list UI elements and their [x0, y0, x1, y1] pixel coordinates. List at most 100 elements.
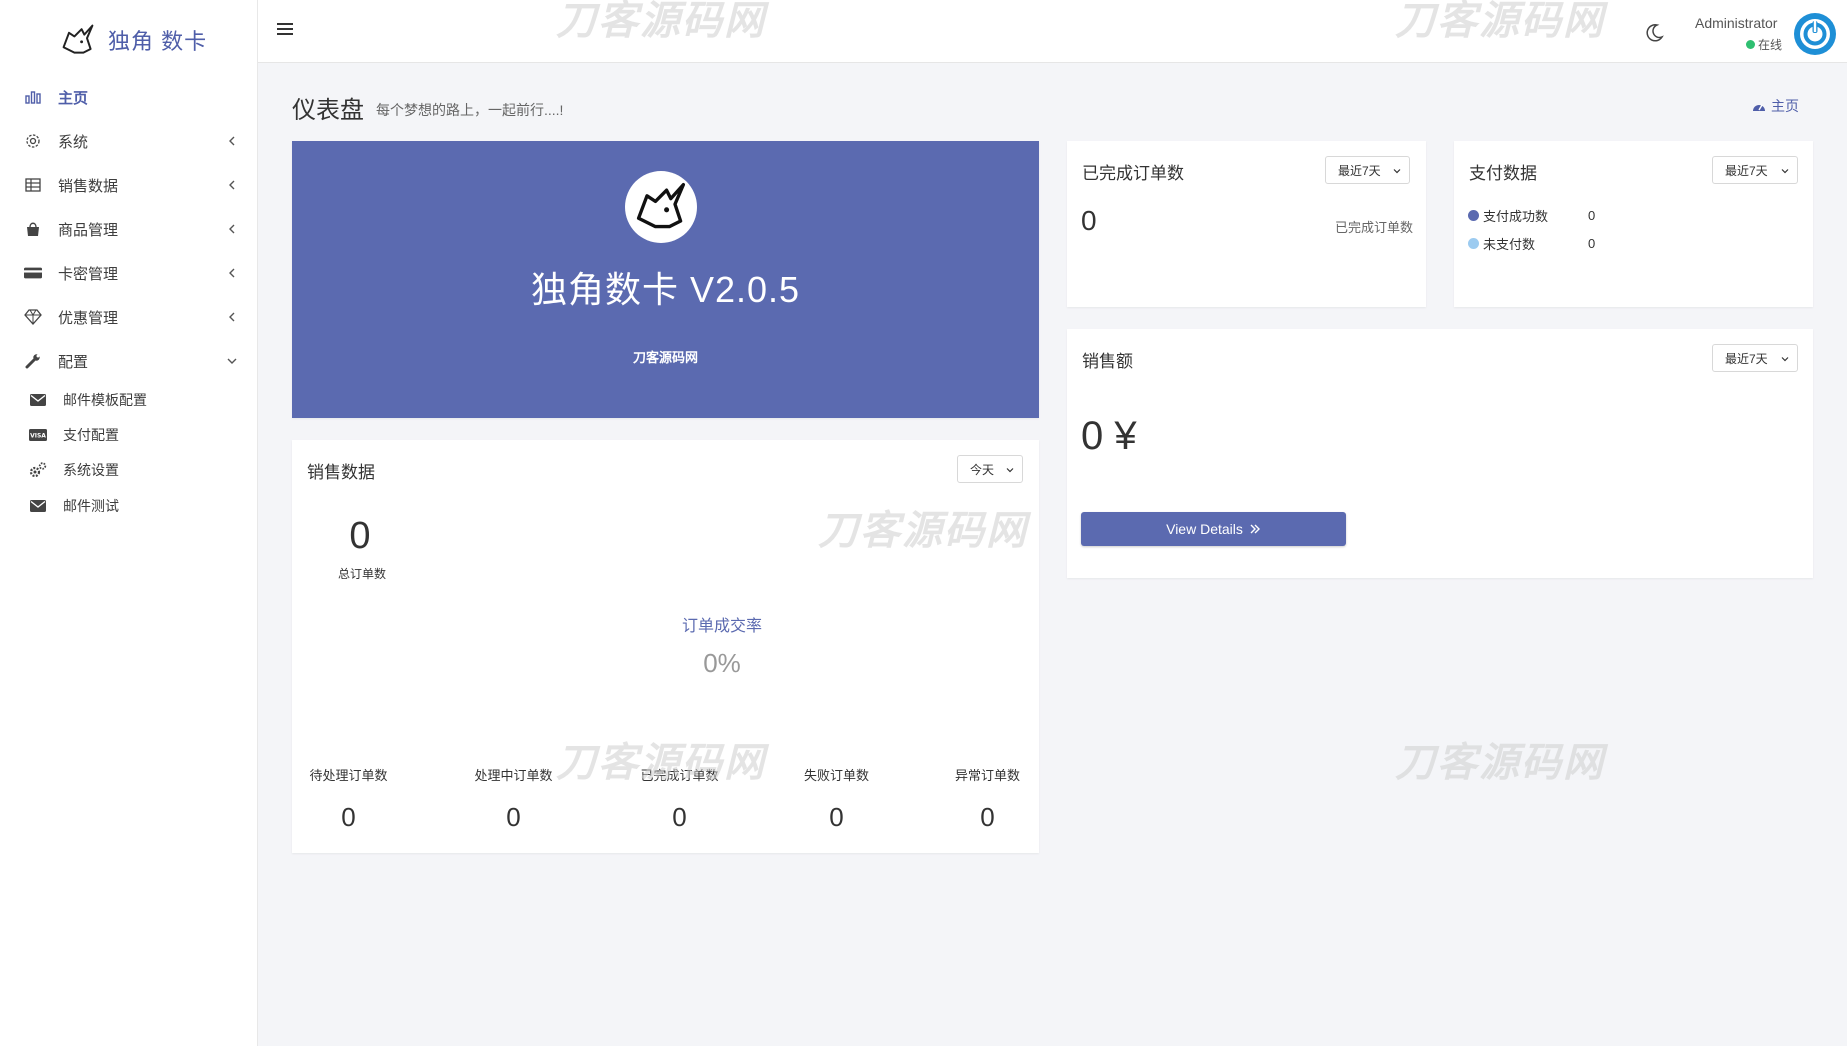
- sidebar-item-home[interactable]: 主页: [0, 75, 257, 119]
- unicorn-logo-icon: [62, 24, 94, 54]
- legend-value: 0: [1588, 208, 1596, 223]
- select-value: 最近7天: [1725, 351, 1768, 366]
- conversion-rate-value: 0%: [703, 648, 741, 678]
- legend-paid: 支付成功数 0: [1468, 206, 1668, 225]
- breadcrumb-home: 主页: [1771, 98, 1799, 114]
- sidebar-item-label: 主页: [58, 89, 89, 107]
- credit-card-icon: [24, 264, 42, 282]
- card-title: 销售数据: [307, 463, 375, 482]
- visa-card-icon: VISA: [29, 427, 47, 443]
- sidebar-item-label: 销售数据: [58, 177, 119, 195]
- card-title: 销售额: [1082, 352, 1133, 371]
- select-value: 最近7天: [1338, 163, 1381, 178]
- sidebar-item-label: 配置: [58, 353, 89, 371]
- sales-amount-range-select[interactable]: 最近7天: [1712, 344, 1798, 372]
- legend-label: 支付成功数: [1483, 209, 1549, 224]
- sidebar-subitem-label: 邮件测试: [63, 498, 119, 514]
- payment-data-card: 支付数据 最近7天 支付成功数 0 未支付数 0: [1454, 141, 1813, 307]
- completed-orders-value: 0: [1081, 205, 1097, 236]
- legend-value: 0: [1588, 236, 1596, 251]
- cogs-icon: [29, 462, 47, 478]
- chevron-left-icon: [229, 136, 235, 146]
- sidebar-item-sales-data[interactable]: 销售数据: [0, 163, 257, 207]
- chevron-down-icon: [227, 358, 237, 364]
- sales-amount-value: 0 ¥: [1081, 414, 1137, 458]
- wrench-icon: [24, 352, 42, 370]
- breadcrumb[interactable]: 主页: [1752, 96, 1799, 116]
- sidebar-subitem-payment-config[interactable]: VISA 支付配置: [0, 418, 257, 452]
- hero-logo: [625, 171, 697, 243]
- sidebar-item-coupons[interactable]: 优惠管理: [0, 295, 257, 339]
- chevron-down-icon: [1781, 357, 1789, 362]
- legend-dot: [1468, 210, 1479, 221]
- view-details-label: View Details: [1166, 521, 1243, 537]
- legend-dot: [1468, 238, 1479, 249]
- dark-mode-toggle-icon[interactable]: [1644, 23, 1664, 43]
- double-chevron-right-icon: [1250, 524, 1260, 534]
- sidebar-item-products[interactable]: 商品管理: [0, 207, 257, 251]
- sales-data-card: 销售数据 今天 0 总订单数 订单成交率 0% 待处理订单数 0 处理中订单数 …: [292, 440, 1039, 853]
- online-status-dot: [1746, 40, 1755, 49]
- chevron-left-icon: [229, 224, 235, 234]
- user-status: 在线: [1746, 36, 1782, 53]
- chevron-left-icon: [229, 180, 235, 190]
- stat-completed-value: 0: [672, 802, 687, 832]
- total-orders-label: 总订单数: [337, 567, 386, 581]
- chevron-down-icon: [1393, 169, 1401, 174]
- sales-amount-card: 销售额 最近7天 0 ¥ View Details: [1067, 329, 1813, 578]
- chevron-left-icon: [229, 312, 235, 322]
- shopping-bag-icon: [24, 220, 42, 238]
- stat-abnormal-label: 异常订单数: [954, 768, 1020, 783]
- gear-icon: [24, 132, 42, 150]
- stat-completed-label: 已完成订单数: [640, 768, 719, 783]
- stat-failed-value: 0: [829, 802, 844, 832]
- brand[interactable]: 独角 数卡: [60, 20, 207, 60]
- hamburger-menu-icon[interactable]: [276, 20, 294, 38]
- sidebar-subitem-system-settings[interactable]: 系统设置: [0, 453, 257, 487]
- sidebar-item-cards[interactable]: 卡密管理: [0, 251, 257, 295]
- stat-processing-label: 处理中订单数: [474, 768, 553, 783]
- sidebar-item-label: 优惠管理: [58, 309, 119, 327]
- sidebar-subitem-mail-template[interactable]: 邮件模板配置: [0, 383, 257, 417]
- select-value: 今天: [970, 462, 995, 477]
- sidebar-subitem-label: 系统设置: [63, 462, 119, 478]
- top-header: Administrator 在线: [258, 0, 1847, 63]
- envelope-icon: [29, 392, 47, 408]
- envelope-icon: [29, 498, 47, 514]
- stat-failed-label: 失败订单数: [803, 768, 869, 783]
- completed-orders-card: 已完成订单数 最近7天 0 已完成订单数: [1067, 141, 1426, 307]
- completed-orders-label: 已完成订单数: [1334, 220, 1413, 235]
- sidebar-item-label: 商品管理: [58, 221, 119, 239]
- view-details-button[interactable]: View Details: [1081, 512, 1346, 546]
- sidebar-item-system[interactable]: 系统: [0, 119, 257, 163]
- watermark: 刀客源码网: [1395, 740, 1605, 786]
- sidebar-subitem-mail-test[interactable]: 邮件测试: [0, 489, 257, 523]
- completed-orders-range-select[interactable]: 最近7天: [1325, 156, 1410, 184]
- select-value: 最近7天: [1725, 163, 1768, 178]
- payment-data-range-select[interactable]: 最近7天: [1712, 156, 1798, 184]
- sales-data-range-select[interactable]: 今天: [957, 455, 1023, 483]
- unicorn-logo-icon: [636, 182, 686, 229]
- diamond-icon: [24, 308, 42, 326]
- chevron-down-icon: [1781, 169, 1789, 174]
- user-avatar[interactable]: [1794, 13, 1836, 55]
- stat-abnormal-value: 0: [980, 802, 995, 832]
- card-title: 支付数据: [1469, 164, 1537, 183]
- legend-label: 未支付数: [1483, 237, 1536, 252]
- brand-name: 独角 数卡: [108, 29, 208, 54]
- sidebar-item-config[interactable]: 配置: [0, 339, 257, 383]
- page-title: 仪表盘: [292, 97, 364, 124]
- chevron-down-icon: [1006, 468, 1014, 473]
- hero-title: 独角数卡 V2.0.5: [530, 269, 801, 310]
- sidebar-subitem-label: 邮件模板配置: [63, 392, 147, 408]
- sidebar-item-label: 卡密管理: [58, 265, 119, 283]
- sidebar: 独角 数卡 主页 系统 销售数据 商品管理 卡密管理 优惠管理 配置 邮件模板配…: [0, 0, 258, 1046]
- user-name: Administrator: [1695, 15, 1778, 31]
- sidebar-subitem-label: 支付配置: [63, 427, 119, 443]
- bar-chart-icon: [24, 88, 42, 106]
- chevron-left-icon: [229, 268, 235, 278]
- sidebar-item-label: 系统: [58, 133, 89, 151]
- hero-subtitle: 刀客源码网: [632, 350, 698, 365]
- stat-pending-label: 待处理订单数: [309, 768, 388, 783]
- dashboard-icon: [1753, 104, 1765, 111]
